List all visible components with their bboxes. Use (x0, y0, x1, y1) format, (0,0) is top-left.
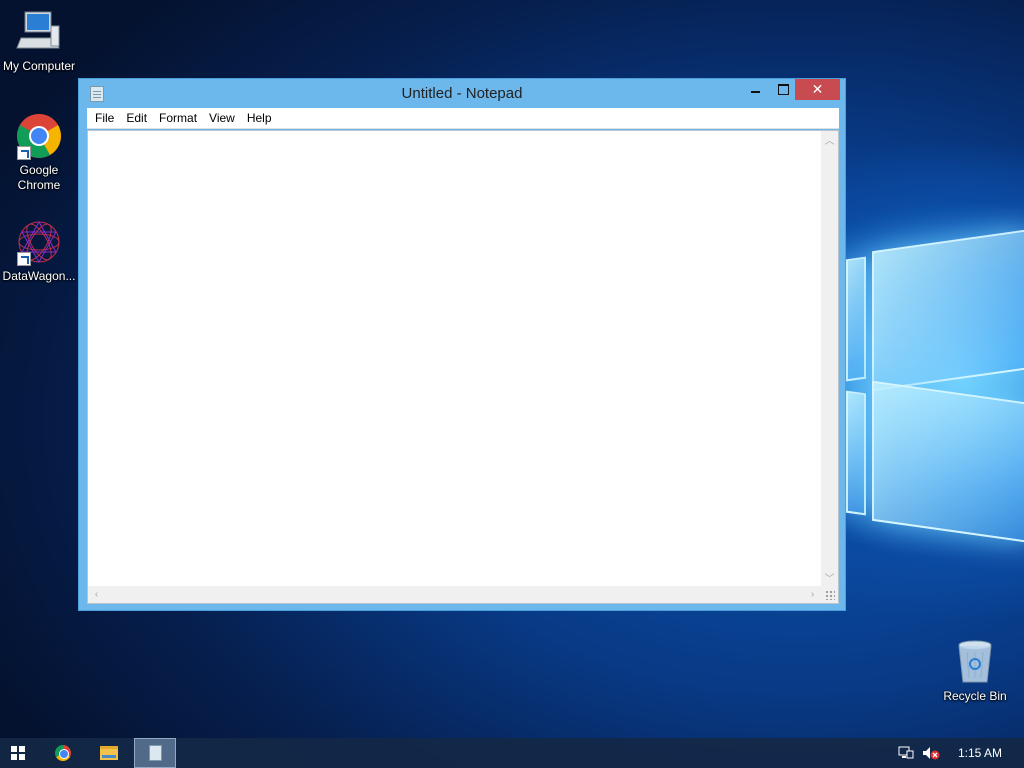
horizontal-scrollbar[interactable]: ‹ › (88, 586, 821, 603)
desktop-icon-label: Google Chrome (17, 163, 61, 192)
menu-help[interactable]: Help (241, 111, 278, 125)
desktop-icon-label: DataWagon... (2, 269, 76, 283)
title-bar[interactable]: Untitled - Notepad ✕ (79, 79, 845, 108)
recycle-bin-icon (951, 638, 999, 686)
start-button[interactable] (0, 738, 36, 768)
wallpaper-light-pane (846, 390, 866, 516)
shortcut-arrow-icon (17, 252, 31, 266)
close-icon: ✕ (811, 81, 824, 97)
desktop-icon-label: Recycle Bin (943, 689, 1007, 703)
computer-icon (15, 8, 63, 56)
desktop-icon-datawagon[interactable]: DataWagon... (0, 218, 78, 284)
vertical-scrollbar[interactable]: ︿ ﹀ (821, 131, 838, 586)
shortcut-arrow-icon (17, 146, 31, 160)
datawagon-icon (15, 218, 63, 266)
taskbar-clock[interactable]: 1:15 AM (950, 738, 1010, 768)
minimize-button[interactable] (741, 79, 770, 100)
resize-grip-icon (825, 590, 835, 600)
wallpaper-light-pane (872, 228, 1024, 392)
menu-file[interactable]: File (89, 111, 120, 125)
windows-icon (11, 746, 25, 760)
scroll-up-icon[interactable]: ︿ (821, 131, 838, 148)
notepad-icon (148, 745, 162, 761)
scroll-left-icon[interactable]: ‹ (88, 586, 105, 603)
taskbar: 1:15 AM (0, 738, 1024, 768)
maximize-button[interactable] (769, 79, 798, 100)
taskbar-file-explorer-button[interactable] (88, 738, 130, 768)
folder-icon (100, 746, 118, 760)
menu-bar: File Edit Format View Help (87, 108, 839, 129)
desktop-icon-label: My Computer (2, 59, 76, 73)
window-title: Untitled - Notepad (401, 85, 523, 102)
taskbar-notepad-button[interactable] (134, 738, 176, 768)
menu-format[interactable]: Format (153, 111, 203, 125)
chrome-icon (15, 112, 63, 160)
chrome-icon (55, 745, 71, 761)
scroll-right-icon[interactable]: › (804, 586, 821, 603)
wallpaper-light-pane (872, 380, 1024, 544)
scroll-down-icon[interactable]: ﹀ (821, 569, 838, 586)
volume-muted-icon[interactable] (922, 746, 940, 760)
taskbar-chrome-button[interactable] (42, 738, 84, 768)
menu-view[interactable]: View (203, 111, 241, 125)
wallpaper-light-pane (846, 256, 866, 382)
text-editor-area[interactable]: ︿ ﹀ ‹ › (87, 130, 839, 604)
close-button[interactable]: ✕ (795, 79, 840, 100)
network-icon[interactable] (898, 746, 914, 760)
desktop-icon-recycle-bin[interactable]: Recycle Bin (936, 638, 1014, 704)
size-grip[interactable] (821, 586, 838, 603)
menu-edit[interactable]: Edit (120, 111, 153, 125)
desktop-icon-google-chrome[interactable]: Google Chrome (0, 112, 78, 193)
notepad-window[interactable]: Untitled - Notepad ✕ File Edit Format Vi… (78, 78, 846, 611)
desktop-icon-my-computer[interactable]: My Computer (0, 8, 78, 74)
